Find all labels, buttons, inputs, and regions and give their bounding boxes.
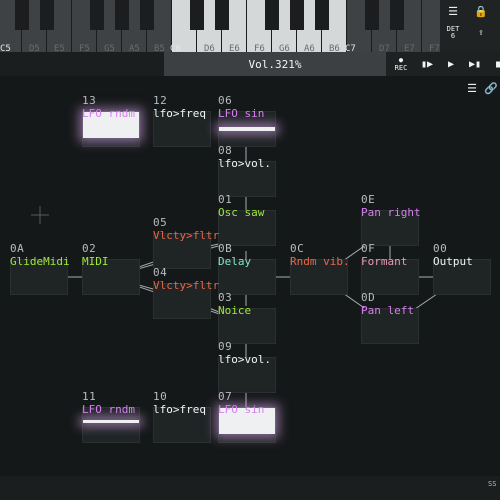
module-id: 00 xyxy=(433,242,448,255)
play-pattern-icon[interactable]: ▮▶ xyxy=(416,52,438,76)
black-key[interactable] xyxy=(115,0,129,30)
detect-button[interactable]: DET 6 xyxy=(440,22,466,44)
module-name: Noice xyxy=(218,304,252,317)
module-name: lfo>freq xyxy=(153,403,206,416)
module-name: Vlcty>fltr xyxy=(153,229,220,242)
module-name: Formant xyxy=(361,255,408,268)
module-id: 0F xyxy=(361,242,376,255)
black-key[interactable] xyxy=(290,0,304,30)
black-key[interactable] xyxy=(90,0,104,30)
black-key[interactable] xyxy=(390,0,404,30)
lfo-waveform-display xyxy=(219,127,275,131)
lock-icon[interactable]: 🔒 xyxy=(468,0,494,22)
stop-icon[interactable]: ■ xyxy=(488,52,500,76)
module-name: lfo>vol. xyxy=(218,157,271,170)
volume-display[interactable]: Vol.321% xyxy=(164,52,386,76)
module-name: Delay xyxy=(218,255,252,268)
corner-label: SS xyxy=(488,480,497,488)
menu-icon[interactable]: ☰ xyxy=(440,0,466,22)
module-id: 0D xyxy=(361,291,376,304)
module-id: 0A xyxy=(10,242,25,255)
black-key[interactable] xyxy=(315,0,329,30)
module-name: Vlcty>fltr xyxy=(153,279,220,292)
module-name: Pan right xyxy=(361,206,421,219)
module-id: 05 xyxy=(153,216,168,229)
module-id: 0C xyxy=(290,242,305,255)
black-key[interactable] xyxy=(190,0,204,30)
module-id: 08 xyxy=(218,144,233,157)
module-name: LFO sin xyxy=(218,403,265,416)
module-id: 04 xyxy=(153,266,168,279)
black-key[interactable] xyxy=(140,0,154,30)
black-key[interactable] xyxy=(40,0,54,30)
module-name: lfo>freq xyxy=(153,107,206,120)
toolbar: Vol.321% ● REC ▮▶ ▶ ▶▮ ■ xyxy=(0,52,500,76)
skip-icon[interactable]: ▶▮ xyxy=(464,52,486,76)
module-id: 0E xyxy=(361,193,376,206)
lfo-waveform-display xyxy=(83,420,139,423)
black-key[interactable] xyxy=(365,0,379,30)
module-id: 09 xyxy=(218,340,233,353)
module-canvas[interactable]: 13 LFO rndm 12 lfo>freq 06 LFO sin 08 lfo>vol. 0… xyxy=(0,76,500,476)
module-id: 01 xyxy=(218,193,233,206)
module-id: 10 xyxy=(153,390,168,403)
module-name: Pan left xyxy=(361,304,414,317)
module-name: Output xyxy=(433,255,473,268)
module-id: 0B xyxy=(218,242,233,255)
bottom-bar: SS xyxy=(0,476,500,500)
module-id: 06 xyxy=(218,94,233,107)
module-id: 12 xyxy=(153,94,168,107)
module-name: LFO sin xyxy=(218,107,265,120)
module-name: lfo>vol. xyxy=(218,353,271,366)
module-id: 02 xyxy=(82,242,97,255)
top-right-controls: ☰ 🔒 DET 6 ⇪ xyxy=(440,0,500,52)
module-id: 11 xyxy=(82,390,97,403)
arrow-up-icon[interactable]: ⇪ xyxy=(468,22,494,44)
module-name: LFO rndm xyxy=(82,403,135,416)
record-label: REC xyxy=(394,64,408,72)
module-name: Rndm vib. xyxy=(290,255,350,268)
piano-keyboard[interactable]: C5 C6 C7 D5 E5 F5 G5 A5 B5 D6 E6 F6 G6 A6 B6 D7 E7 F7 xyxy=(0,0,454,54)
module-id: 03 xyxy=(218,291,233,304)
record-button[interactable]: ● REC xyxy=(390,52,412,76)
black-key[interactable] xyxy=(15,0,29,30)
play-icon[interactable]: ▶ xyxy=(440,52,462,76)
black-key[interactable] xyxy=(265,0,279,30)
module-id: 07 xyxy=(218,390,233,403)
module-id: 13 xyxy=(82,94,97,107)
module-name: MIDI xyxy=(82,255,109,268)
module-name: LFO rndm xyxy=(82,107,135,120)
toolbar-left-area xyxy=(0,52,164,76)
module-name: Osc saw xyxy=(218,206,265,219)
module-name: GlideMidi xyxy=(10,255,70,268)
black-key[interactable] xyxy=(215,0,229,30)
